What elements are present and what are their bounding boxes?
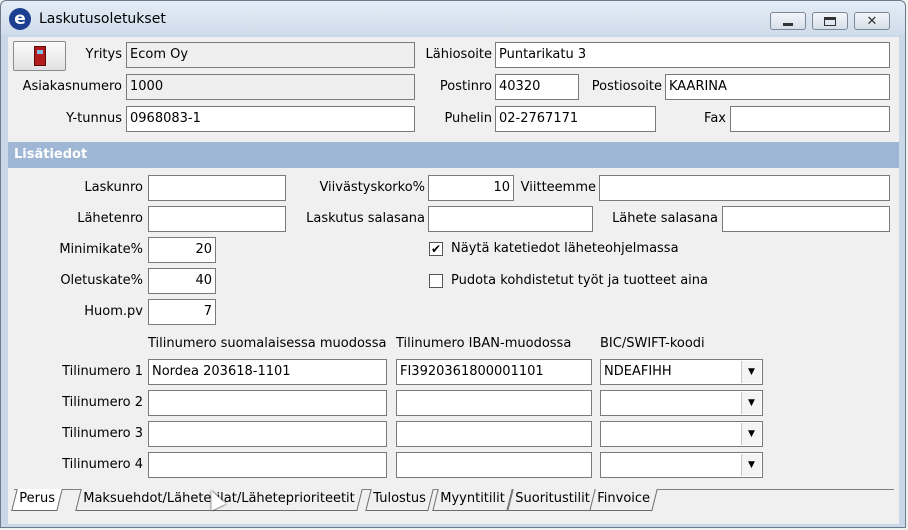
account-row-label: Tilinumero 1 xyxy=(62,364,143,379)
account-bic-select[interactable]: NDEAFIHH ▼ xyxy=(600,359,763,385)
fax-label: Fax xyxy=(704,111,726,126)
window: e Laskutusoletukset ✕ Yritys Ecom Oy Asi… xyxy=(0,0,906,528)
tab-perus[interactable]: Perus xyxy=(11,489,63,511)
postiosoite-field[interactable]: KAARINA xyxy=(665,74,890,100)
yritys-field[interactable]: Ecom Oy xyxy=(126,42,415,68)
tab-label: Myyntitilit xyxy=(440,491,505,506)
dropdown-arrow-icon[interactable]: ▼ xyxy=(741,392,761,414)
close-icon: ✕ xyxy=(866,13,878,29)
oletuskate-field[interactable]: 40 xyxy=(148,268,216,294)
huompv-field[interactable]: 7 xyxy=(148,299,216,325)
maximize-icon xyxy=(824,16,836,26)
col-header-bic: BIC/SWIFT-koodi xyxy=(600,336,705,351)
laskunro-label: Laskunro xyxy=(84,180,143,195)
account-row-label: Tilinumero 4 xyxy=(62,457,143,472)
viivastyskorko-label: Viivästyskorko% xyxy=(319,180,425,195)
account-finnish-field[interactable] xyxy=(148,452,387,478)
puhelin-field[interactable]: 02-2767171 xyxy=(495,106,656,132)
account-finnish-field[interactable]: Nordea 203618-1101 xyxy=(148,359,387,385)
tab-finvoice[interactable]: Finvoice xyxy=(589,489,658,511)
tab-label: Perus xyxy=(19,491,55,506)
pudota-checkbox-label: Pudota kohdistetut työt ja tuotteet aina xyxy=(451,273,708,288)
katetiedot-checkbox-label: Näytä katetiedot läheteohjelmassa xyxy=(451,241,679,256)
minimikate-field[interactable]: 20 xyxy=(148,237,216,263)
lahiosoite-field[interactable]: Puntarikatu 3 xyxy=(495,42,890,68)
tab-tulostus[interactable]: Tulostus xyxy=(365,489,434,511)
account-iban-field[interactable] xyxy=(396,452,592,478)
asiakasnumero-field[interactable]: 1000 xyxy=(126,74,415,100)
tab-label: Suoritustilit xyxy=(515,491,590,506)
maximize-button[interactable] xyxy=(812,12,848,30)
door-icon xyxy=(34,46,46,66)
account-bic-select[interactable]: ▼ xyxy=(600,390,763,416)
yritys-label: Yritys xyxy=(85,47,122,62)
col-header-finnish: Tilinumero suomalaisessa muodossa xyxy=(148,336,387,351)
asiakasnumero-label: Asiakasnumero xyxy=(22,79,122,94)
laskutus-salasana-field[interactable] xyxy=(428,206,593,232)
account-bic-select[interactable]: ▼ xyxy=(600,452,763,478)
tab-myyntitilit[interactable]: Myyntitilit xyxy=(432,489,513,511)
account-iban-field[interactable] xyxy=(396,390,592,416)
postinro-label: Postinro xyxy=(439,79,492,94)
account-row-label: Tilinumero 3 xyxy=(62,426,143,441)
minimize-button[interactable] xyxy=(770,12,806,30)
checkmark-icon: ✔ xyxy=(430,242,442,256)
viivastyskorko-field[interactable]: 10 xyxy=(428,175,514,201)
app-icon: e xyxy=(9,8,31,30)
tab-label: Tulostus xyxy=(373,491,426,506)
account-finnish-field[interactable] xyxy=(148,390,387,416)
tab-strip: Perus Maksuehdot/Lähetetilat/Lähetepriori… xyxy=(11,489,894,513)
ytunnus-label: Y-tunnus xyxy=(66,111,122,126)
huompv-label: Huom.pv xyxy=(84,304,143,319)
dropdown-arrow-icon[interactable]: ▼ xyxy=(741,454,761,476)
account-iban-field[interactable]: FI3920361800001101 xyxy=(396,359,592,385)
account-finnish-field[interactable] xyxy=(148,421,387,447)
postinro-field[interactable]: 40320 xyxy=(495,74,579,100)
tab-suoritustilit[interactable]: Suoritustilit xyxy=(507,489,598,511)
form-area: Yritys Ecom Oy Asiakasnumero 1000 Y-tunn… xyxy=(8,37,899,524)
laskutus-salasana-label: Laskutus salasana xyxy=(306,211,425,226)
lahetenro-label: Lähetenro xyxy=(77,211,143,226)
account-bic-value: NDEAFIHH xyxy=(604,364,672,379)
katetiedot-checkbox[interactable]: ✔ xyxy=(429,242,443,256)
tab-label: Finvoice xyxy=(597,491,651,506)
window-title: Laskutusoletukset xyxy=(39,11,166,27)
ytunnus-field[interactable]: 0968083-1 xyxy=(126,106,415,132)
viitteemme-field[interactable] xyxy=(599,175,890,201)
account-iban-field[interactable] xyxy=(396,421,592,447)
title-bar[interactable]: e Laskutusoletukset ✕ xyxy=(1,1,905,35)
close-button[interactable]: ✕ xyxy=(854,12,890,30)
pudota-checkbox[interactable] xyxy=(429,274,443,288)
lahete-salasana-label: Lähete salasana xyxy=(612,211,718,226)
fax-field[interactable] xyxy=(730,106,890,132)
minimize-icon xyxy=(783,22,793,26)
viitteemme-label: Viitteemme xyxy=(520,180,596,195)
dropdown-arrow-icon[interactable]: ▼ xyxy=(741,361,761,383)
laskunro-field[interactable] xyxy=(148,175,286,201)
postiosoite-label: Postiosoite xyxy=(591,79,662,94)
exit-door-button[interactable] xyxy=(13,41,66,71)
account-row-label: Tilinumero 2 xyxy=(62,395,143,410)
lahete-salasana-field[interactable] xyxy=(722,206,890,232)
lahetenro-field[interactable] xyxy=(148,206,286,232)
oletuskate-label: Oletuskate% xyxy=(60,273,143,288)
dropdown-arrow-icon[interactable]: ▼ xyxy=(741,423,761,445)
account-bic-select[interactable]: ▼ xyxy=(600,421,763,447)
section-header: Lisätiedot xyxy=(8,142,899,168)
lahiosoite-label: Lähiosoite xyxy=(425,47,492,62)
puhelin-label: Puhelin xyxy=(444,111,492,126)
col-header-iban: Tilinumero IBAN-muodossa xyxy=(396,336,572,351)
minimikate-label: Minimikate% xyxy=(59,242,143,257)
